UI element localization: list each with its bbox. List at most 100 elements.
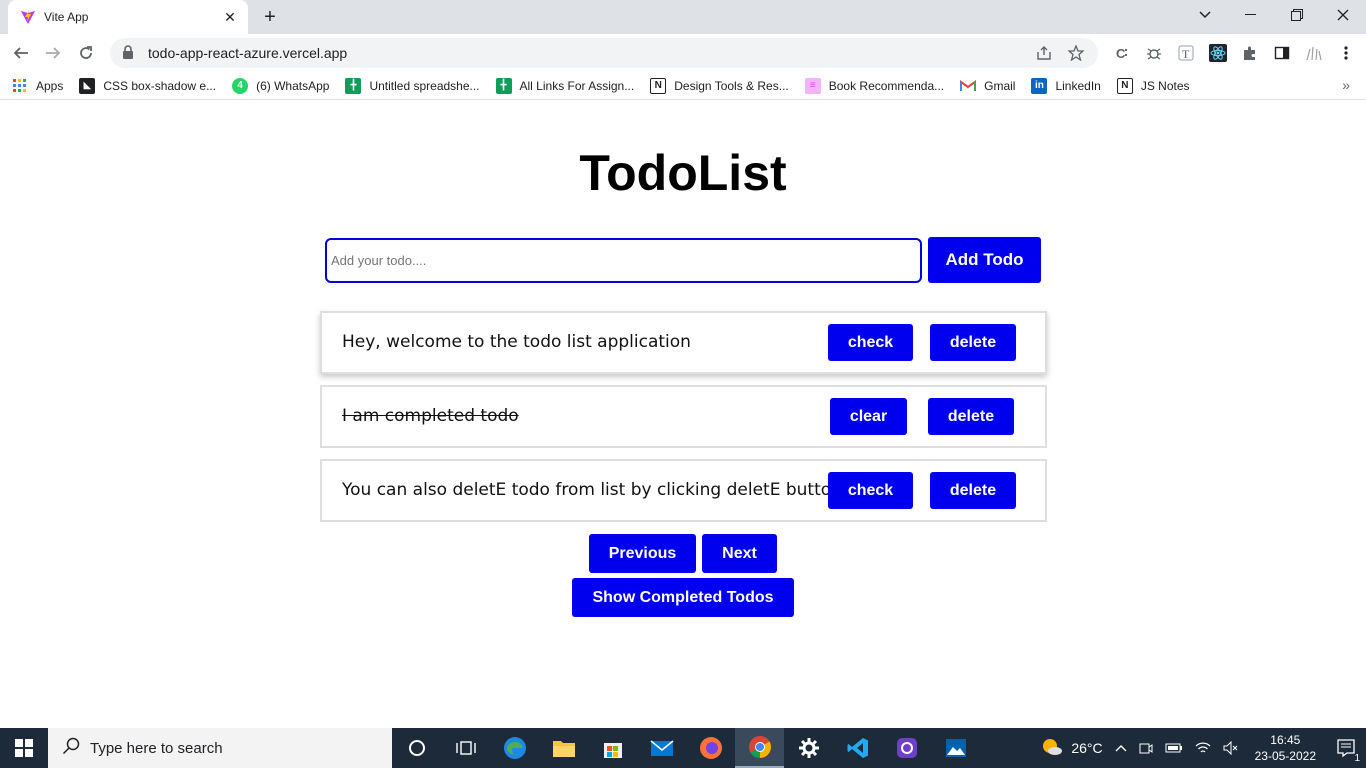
tray-chevron-up-icon[interactable]	[1115, 744, 1127, 752]
react-devtools-icon[interactable]	[1202, 40, 1234, 66]
new-tab-button[interactable]: +	[258, 6, 282, 28]
delete-button[interactable]: delete	[930, 472, 1016, 509]
bookmark-design-tools[interactable]: N Design Tools & Res...	[650, 77, 789, 94]
volume-muted-icon[interactable]	[1223, 741, 1239, 755]
cortana-icon[interactable]	[392, 728, 441, 768]
bookmark-whatsapp[interactable]: 4 (6) WhatsApp	[232, 77, 330, 94]
tab-search-chevron-icon[interactable]	[1182, 0, 1228, 30]
edge-icon[interactable]	[490, 728, 539, 768]
address-bar[interactable]: todo-app-react-azure.vercel.app	[110, 38, 1098, 68]
todo-text: You can also deletE todo from list by cl…	[342, 480, 842, 500]
bookmark-label: CSS box-shadow e...	[103, 78, 217, 93]
bookmark-apps[interactable]: Apps	[12, 78, 63, 94]
todo-text: I am completed todo	[342, 406, 519, 426]
github-desktop-icon[interactable]	[882, 728, 931, 768]
reload-icon[interactable]	[73, 40, 99, 66]
bookmark-label: All Links For Assign...	[519, 78, 635, 93]
side-panel-icon[interactable]	[1266, 40, 1298, 66]
bookmark-label: Book Recommenda...	[828, 78, 945, 93]
taskbar-search[interactable]: Type here to search	[48, 728, 392, 768]
show-completed-todos-button[interactable]: Show Completed Todos	[572, 578, 794, 617]
extension-c-icon[interactable]: C	[1106, 40, 1138, 66]
notification-center-icon[interactable]: 1	[1326, 728, 1366, 768]
clock[interactable]: 16:45 23-05-2022	[1255, 732, 1316, 764]
taskbar: Type here to search 26°C 16:45 23-05-202…	[0, 728, 1366, 768]
bookmark-css-box-shadow[interactable]: ◣ CSS box-shadow e...	[79, 77, 217, 94]
lock-icon[interactable]	[122, 45, 136, 61]
file-explorer-icon[interactable]	[539, 728, 588, 768]
windows-start-icon[interactable]	[0, 728, 48, 768]
tab-title: Vite App	[44, 10, 89, 24]
firefox-icon[interactable]	[686, 728, 735, 768]
mail-icon[interactable]	[637, 728, 686, 768]
wifi-icon[interactable]	[1195, 741, 1211, 755]
search-placeholder: Type here to search	[90, 739, 223, 757]
bookmark-gmail[interactable]: Gmail	[960, 78, 1015, 94]
vite-logo-icon	[20, 9, 36, 25]
bookmark-label: LinkedIn	[1055, 78, 1101, 93]
tab-close-icon[interactable]: ✕	[222, 9, 238, 26]
close-window-icon[interactable]	[1320, 0, 1366, 30]
clear-button[interactable]: clear	[830, 398, 907, 435]
extension-bug-icon[interactable]	[1138, 40, 1170, 66]
restore-icon[interactable]	[1274, 0, 1320, 30]
page-content: TodoList Add Todo Hey, welcome to the to…	[0, 101, 1366, 728]
bookmark-all-links[interactable]: ╋ All Links For Assign...	[495, 77, 635, 94]
notion-icon: N	[1116, 77, 1133, 94]
browser-toolbar: todo-app-react-azure.vercel.app C T	[0, 34, 1366, 72]
extensions-puzzle-icon[interactable]	[1234, 40, 1266, 66]
tab-vite-app[interactable]: Vite App ✕	[8, 0, 248, 34]
taskbar-apps	[392, 728, 980, 768]
clock-time: 16:45	[1270, 733, 1301, 747]
browser-menu-icon[interactable]	[1330, 40, 1362, 66]
delete-button[interactable]: delete	[930, 324, 1016, 361]
notion-icon: N	[650, 77, 667, 94]
url-text[interactable]: todo-app-react-azure.vercel.app	[148, 45, 1024, 61]
extension-t-icon[interactable]: T	[1170, 40, 1202, 66]
todo-input[interactable]	[325, 238, 922, 283]
vscode-icon[interactable]	[833, 728, 882, 768]
check-button[interactable]: check	[828, 472, 913, 509]
back-arrow-icon[interactable]	[8, 40, 34, 66]
bookmark-label: Gmail	[984, 78, 1016, 93]
search-icon	[62, 737, 80, 760]
sheets-icon: ╋	[345, 77, 362, 94]
temperature-text: 26°C	[1071, 740, 1103, 756]
sheets-icon: ╋	[495, 77, 512, 94]
apps-grid-icon	[12, 78, 28, 94]
todo-item: You can also deletE todo from list by cl…	[320, 459, 1047, 522]
bookmark-label: Untitled spreadshe...	[369, 78, 480, 93]
microsoft-store-icon[interactable]	[588, 728, 637, 768]
svg-text:T: T	[1182, 47, 1190, 61]
tab-strip: Vite App ✕ +	[0, 0, 1366, 34]
weather-widget[interactable]: 26°C	[1041, 738, 1103, 759]
bookmark-label: (6) WhatsApp	[256, 78, 330, 93]
bookmark-linkedin[interactable]: in LinkedIn	[1031, 77, 1101, 94]
next-button[interactable]: Next	[702, 534, 777, 573]
profile-avatar-icon[interactable]	[1298, 40, 1330, 66]
task-view-icon[interactable]	[441, 728, 490, 768]
bookmark-js-notes[interactable]: N JS Notes	[1116, 77, 1190, 94]
window-controls	[1182, 0, 1366, 30]
battery-icon[interactable]	[1165, 742, 1183, 754]
settings-gear-icon[interactable]	[784, 728, 833, 768]
bookmark-book-recommendations[interactable]: ≡ Book Recommenda...	[804, 77, 945, 94]
bookmarks-bar: Apps ◣ CSS box-shadow e... 4 (6) WhatsAp…	[0, 72, 1366, 100]
bookmark-untitled-spreadsheet[interactable]: ╋ Untitled spreadshe...	[345, 77, 480, 94]
bookmarks-overflow-icon[interactable]: »	[1342, 77, 1350, 93]
bookmark-label: Apps	[36, 78, 64, 93]
bookmark-star-icon[interactable]	[1064, 41, 1088, 65]
whatsapp-icon: 4	[232, 77, 249, 94]
bookmark-page-icon: ◣	[79, 77, 96, 94]
minimize-icon[interactable]	[1228, 0, 1274, 30]
add-todo-button[interactable]: Add Todo	[928, 237, 1041, 283]
todo-text: Hey, welcome to the todo list applicatio…	[342, 332, 691, 352]
delete-button[interactable]: delete	[928, 398, 1014, 435]
check-button[interactable]: check	[828, 324, 913, 361]
forward-arrow-icon[interactable]	[40, 40, 66, 66]
meet-now-icon[interactable]	[1139, 741, 1153, 755]
share-icon[interactable]	[1032, 41, 1056, 65]
previous-button[interactable]: Previous	[589, 534, 696, 573]
chrome-icon[interactable]	[735, 728, 784, 768]
photos-icon[interactable]	[931, 728, 980, 768]
